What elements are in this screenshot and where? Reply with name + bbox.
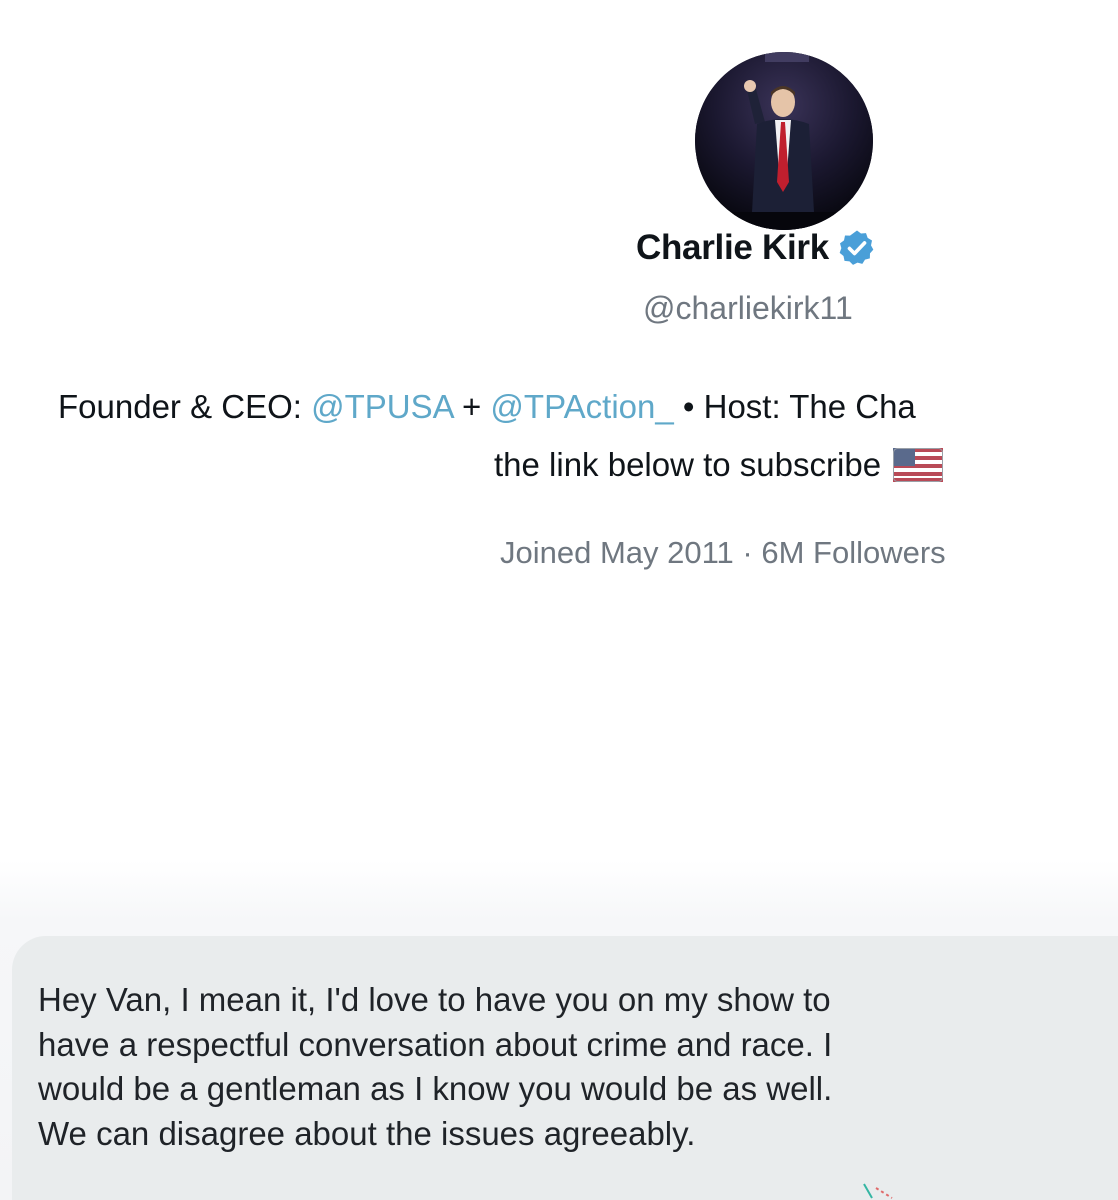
mention-link-tpusa[interactable]: @TPUSA: [311, 388, 453, 425]
bio-prefix: Founder & CEO:: [58, 388, 312, 425]
mention-link-tpaction[interactable]: @TPAction_: [490, 388, 673, 425]
bio-line-2-text: the link below to subscribe: [494, 446, 882, 483]
profile-meta: Joined May 2011 · 6M Followers: [500, 535, 946, 570]
display-name[interactable]: Charlie Kirk: [636, 228, 829, 268]
profile-handle: @charliekirk11: [643, 290, 853, 326]
text-cursor-icon: [862, 1180, 902, 1200]
message-text: Hey Van, I mean it, I'd love to have you…: [38, 978, 1098, 1156]
message-line: would be a gentleman as I know you would…: [38, 1070, 833, 1107]
bio-line-1: Founder & CEO: @TPUSA + @TPAction_ • Hos…: [58, 388, 916, 426]
message-line: have a respectful conversation about cri…: [38, 1025, 833, 1063]
verified-badge-icon[interactable]: [837, 228, 877, 268]
message-line: Hey Van, I mean it, I'd love to have you…: [38, 981, 831, 1018]
profile-name-row: Charlie Kirk: [636, 222, 877, 274]
avatar[interactable]: [695, 52, 873, 230]
profile-photo-icon: [695, 52, 873, 230]
bio-suffix: • Host: The Cha: [673, 388, 916, 425]
bio-line-2: the link below to subscribe: [494, 446, 944, 484]
bio-joiner: +: [452, 388, 491, 425]
message-line: We can disagree about the issues agreeab…: [38, 1114, 696, 1152]
us-flag-icon: [893, 448, 944, 482]
screenshot-stage: Charlie Kirk @charliekirk11 Founder & CE…: [0, 0, 1118, 1200]
